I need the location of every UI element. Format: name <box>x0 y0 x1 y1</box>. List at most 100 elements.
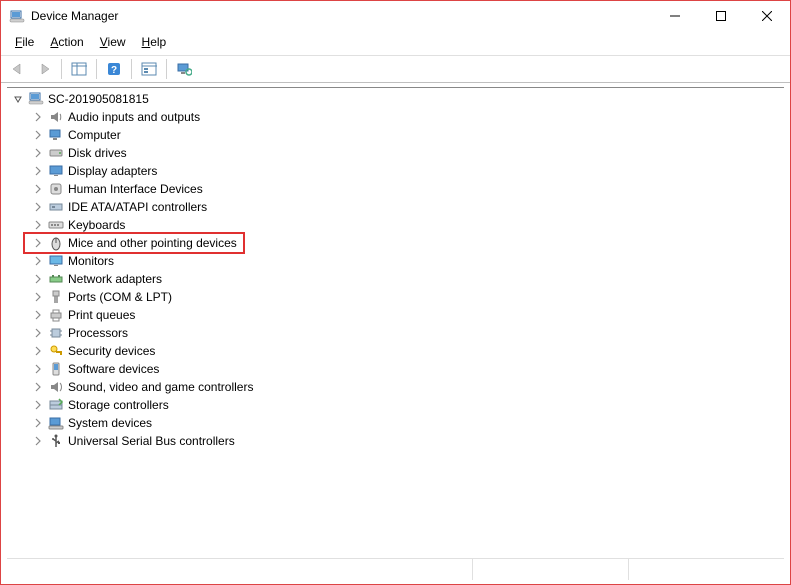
toolbar-separator <box>166 59 167 79</box>
expand-icon[interactable] <box>31 290 45 304</box>
tree-node-label: Security devices <box>67 344 155 358</box>
highlight-annotation <box>23 232 245 254</box>
scan-hardware-button[interactable] <box>173 58 195 80</box>
tree-node[interactable]: IDE ATA/ATAPI controllers <box>27 198 784 216</box>
tree-root-label: SC-201905081815 <box>47 92 149 106</box>
svg-text:?: ? <box>111 65 117 76</box>
tree-node-label: System devices <box>67 416 152 430</box>
tree-node-label: Keyboards <box>67 218 125 232</box>
expand-icon[interactable] <box>31 182 45 196</box>
expand-icon[interactable] <box>31 344 45 358</box>
menu-help[interactable]: Help <box>136 33 173 51</box>
tree-node-label: Audio inputs and outputs <box>67 110 200 124</box>
audio-icon <box>48 109 64 125</box>
expand-icon[interactable] <box>31 434 45 448</box>
usb-icon <box>48 433 64 449</box>
tree-root-node[interactable]: SC-201905081815 <box>7 90 784 108</box>
tree-node[interactable]: Universal Serial Bus controllers <box>27 432 784 450</box>
show-hide-tree-button[interactable] <box>68 58 90 80</box>
expand-icon[interactable] <box>31 362 45 376</box>
tree-node[interactable]: Monitors <box>27 252 784 270</box>
window-controls <box>652 1 790 31</box>
cpu-icon <box>48 325 64 341</box>
tree-node[interactable]: Display adapters <box>27 162 784 180</box>
close-button[interactable] <box>744 1 790 31</box>
tree-node[interactable]: Security devices <box>27 342 784 360</box>
tree-node[interactable]: Storage controllers <box>27 396 784 414</box>
status-cell <box>472 559 628 580</box>
display-icon <box>48 163 64 179</box>
collapse-icon[interactable] <box>11 92 25 106</box>
toolbar-separator <box>131 59 132 79</box>
expand-icon[interactable] <box>31 416 45 430</box>
menu-view[interactable]: View <box>94 33 132 51</box>
tree-node[interactable]: Network adapters <box>27 270 784 288</box>
ide-icon <box>48 199 64 215</box>
maximize-button[interactable] <box>698 1 744 31</box>
tree-node-label: Universal Serial Bus controllers <box>67 434 235 448</box>
expand-icon[interactable] <box>31 272 45 286</box>
network-icon <box>48 271 64 287</box>
tree-node-label: Display adapters <box>67 164 157 178</box>
expand-icon[interactable] <box>31 254 45 268</box>
print-icon <box>48 307 64 323</box>
tree-node[interactable]: System devices <box>27 414 784 432</box>
expand-icon[interactable] <box>31 164 45 178</box>
tree-node-label: Monitors <box>67 254 114 268</box>
help-button[interactable]: ? <box>103 58 125 80</box>
status-cell <box>7 559 472 580</box>
hid-icon <box>48 181 64 197</box>
app-icon <box>9 8 25 24</box>
tree-node[interactable]: Software devices <box>27 360 784 378</box>
expand-icon[interactable] <box>31 128 45 142</box>
keyboard-icon <box>48 217 64 233</box>
expand-icon[interactable] <box>31 218 45 232</box>
tree-node-label: Storage controllers <box>67 398 169 412</box>
expand-icon[interactable] <box>31 398 45 412</box>
port-icon <box>48 289 64 305</box>
statusbar <box>7 558 784 580</box>
tree-node[interactable]: Processors <box>27 324 784 342</box>
toolbar-separator <box>61 59 62 79</box>
window-title: Device Manager <box>31 9 118 23</box>
expand-icon[interactable] <box>31 200 45 214</box>
expand-icon[interactable] <box>31 380 45 394</box>
status-cell <box>628 559 784 580</box>
storage-icon <box>48 397 64 413</box>
tree-node[interactable]: Sound, video and game controllers <box>27 378 784 396</box>
minimize-button[interactable] <box>652 1 698 31</box>
toolbar-separator <box>96 59 97 79</box>
tree-node-label: Ports (COM & LPT) <box>67 290 172 304</box>
computer-icon <box>48 127 64 143</box>
back-button[interactable] <box>7 58 29 80</box>
tree-node[interactable]: Audio inputs and outputs <box>27 108 784 126</box>
expand-icon[interactable] <box>31 308 45 322</box>
tree-node[interactable]: Computer <box>27 126 784 144</box>
properties-button[interactable] <box>138 58 160 80</box>
tree-node-label: Processors <box>67 326 128 340</box>
menu-action[interactable]: Action <box>44 33 89 51</box>
device-tree-panel[interactable]: SC-201905081815 Audio inputs and outputs… <box>7 87 784 554</box>
computer-icon <box>28 91 44 107</box>
tree-node[interactable]: Disk drives <box>27 144 784 162</box>
tree-node[interactable]: Print queues <box>27 306 784 324</box>
expand-icon[interactable] <box>31 110 45 124</box>
sound-icon <box>48 379 64 395</box>
menubar: File Action View Help <box>1 31 790 55</box>
tree-node-label: Disk drives <box>67 146 127 160</box>
titlebar: Device Manager <box>1 1 790 31</box>
security-icon <box>48 343 64 359</box>
menu-file[interactable]: File <box>9 33 40 51</box>
toolbar: ? <box>1 55 790 83</box>
expand-icon[interactable] <box>31 146 45 160</box>
tree-node-label: IDE ATA/ATAPI controllers <box>67 200 207 214</box>
software-icon <box>48 361 64 377</box>
tree-node-label: Network adapters <box>67 272 162 286</box>
tree-node[interactable]: Ports (COM & LPT) <box>27 288 784 306</box>
system-icon <box>48 415 64 431</box>
tree-node[interactable]: Human Interface Devices <box>27 180 784 198</box>
tree-node-label: Print queues <box>67 308 135 322</box>
forward-button[interactable] <box>33 58 55 80</box>
disk-icon <box>48 145 64 161</box>
expand-icon[interactable] <box>31 326 45 340</box>
